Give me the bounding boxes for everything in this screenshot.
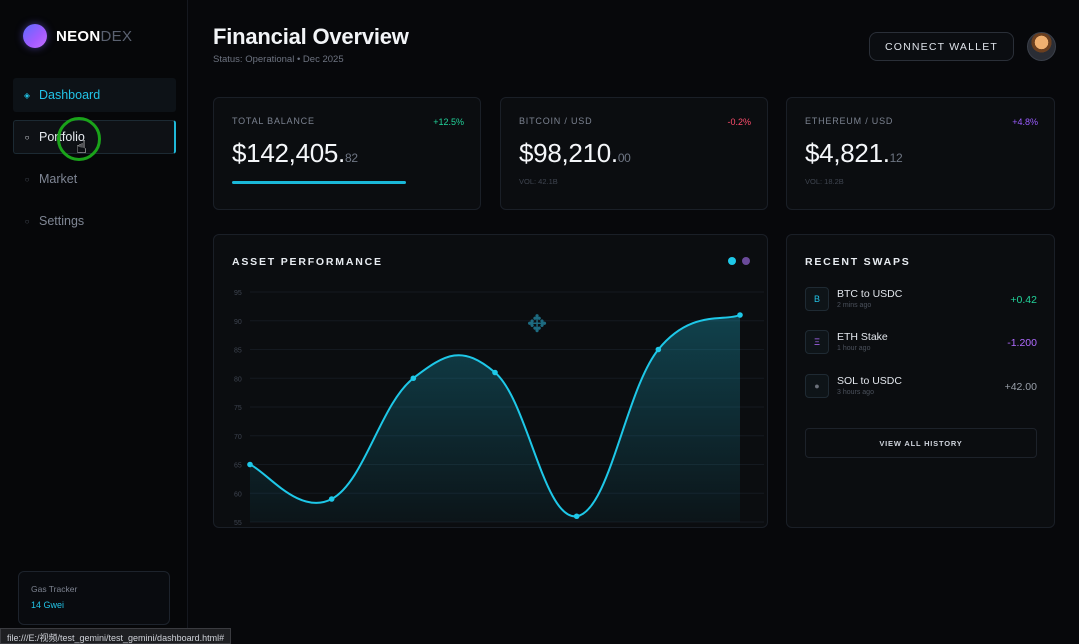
y-tick-label: 80 bbox=[234, 376, 242, 383]
stat-change: -0.2% bbox=[727, 117, 751, 127]
page-subtitle: Status: Operational • Dec 2025 bbox=[213, 54, 344, 65]
stat-label: TOTAL BALANCE bbox=[232, 116, 315, 126]
stat-value: $98,210.00 bbox=[519, 138, 631, 168]
stat-volume: VOL: 42.1B bbox=[519, 177, 558, 186]
swap-name: SOL to USDC bbox=[837, 375, 902, 387]
y-tick-label: 65 bbox=[234, 463, 242, 470]
stat-change: +4.8% bbox=[1012, 117, 1038, 127]
data-point[interactable] bbox=[573, 513, 580, 520]
swap-item[interactable]: Ξ ETH Stake 1 hour ago -1.200 bbox=[805, 330, 1037, 356]
sidebar-item-label: Market bbox=[39, 172, 78, 186]
bitcoin-icon: B bbox=[805, 287, 829, 311]
asset-performance-card: ASSET PERFORMANCE 95 90 85 80 75 70 65 60 55 ✥ bbox=[213, 234, 768, 528]
browser-status-bar: file:///E:/视频/test_gemini/test_gemini/da… bbox=[0, 628, 232, 644]
data-point[interactable] bbox=[247, 461, 253, 468]
move-cursor-icon: ✥ bbox=[527, 310, 547, 338]
swap-amount: +0.42 bbox=[1010, 294, 1037, 306]
sidebar-item-dashboard[interactable]: ◈ Dashboard bbox=[13, 78, 176, 112]
stat-card-ethereum: ETHEREUM / USD +4.8% $4,821.12 VOL: 18.2… bbox=[786, 97, 1055, 210]
stat-card-bitcoin: BITCOIN / USD -0.2% $98,210.00 VOL: 42.1… bbox=[500, 97, 768, 210]
y-tick-label: 75 bbox=[234, 405, 242, 412]
view-all-history-button[interactable]: VIEW ALL HISTORY bbox=[805, 428, 1037, 458]
stat-volume: VOL: 18.2B bbox=[805, 177, 844, 186]
data-point[interactable] bbox=[737, 312, 743, 318]
sidebar: NEONDEX ◈ Dashboard ○ Portfolio ○ Market… bbox=[0, 0, 188, 644]
y-tick-label: 55 bbox=[234, 520, 242, 527]
swap-item[interactable]: B BTC to USDC 2 mins ago +0.42 bbox=[805, 287, 1037, 313]
performance-chart[interactable]: 95 90 85 80 75 70 65 60 55 ✥ bbox=[214, 235, 768, 528]
data-point[interactable] bbox=[328, 496, 335, 502]
gas-tracker-value: 14 Gwei bbox=[31, 600, 65, 610]
sidebar-nav: ◈ Dashboard ○ Portfolio ○ Market ○ Setti… bbox=[13, 78, 176, 246]
diamond-icon: ◈ bbox=[23, 90, 31, 100]
swap-time: 3 hours ago bbox=[837, 389, 874, 396]
stat-value: $4,821.12 bbox=[805, 138, 903, 168]
solana-icon: ● bbox=[805, 374, 829, 398]
ethereum-icon: Ξ bbox=[805, 330, 829, 354]
circle-icon: ○ bbox=[24, 132, 30, 142]
swap-name: ETH Stake bbox=[837, 331, 888, 343]
stat-change: +12.5% bbox=[433, 117, 464, 127]
sidebar-item-market[interactable]: ○ Market bbox=[13, 162, 176, 196]
y-tick-label: 60 bbox=[234, 491, 242, 498]
swaps-title: RECENT SWAPS bbox=[805, 256, 911, 268]
swap-time: 1 hour ago bbox=[837, 345, 871, 352]
swap-item[interactable]: ● SOL to USDC 3 hours ago +42.00 bbox=[805, 374, 1037, 400]
sidebar-item-label: Dashboard bbox=[39, 88, 101, 102]
gas-tracker: Gas Tracker 14 Gwei bbox=[18, 571, 170, 625]
stat-label: BITCOIN / USD bbox=[519, 116, 593, 126]
swap-time: 2 mins ago bbox=[837, 302, 872, 309]
page-title: Financial Overview bbox=[213, 24, 409, 49]
data-point[interactable] bbox=[492, 369, 498, 376]
circle-icon: ○ bbox=[24, 216, 30, 226]
series-area bbox=[250, 315, 740, 522]
sidebar-item-label: Settings bbox=[39, 214, 85, 228]
sidebar-item-settings[interactable]: ○ Settings bbox=[13, 204, 176, 238]
hand-cursor-icon: ☝ bbox=[76, 137, 87, 157]
app-name: NEONDEX bbox=[56, 27, 133, 45]
stat-label: ETHEREUM / USD bbox=[805, 116, 894, 126]
y-tick-label: 85 bbox=[234, 348, 242, 355]
swap-amount: -1.200 bbox=[1007, 337, 1037, 349]
stat-value: $142,405.82 bbox=[232, 138, 358, 168]
data-point[interactable] bbox=[410, 375, 417, 382]
swap-name: BTC to USDC bbox=[837, 288, 903, 300]
logo-mark-icon bbox=[23, 24, 47, 48]
recent-swaps-card: RECENT SWAPS B BTC to USDC 2 mins ago +0… bbox=[786, 234, 1055, 528]
data-point[interactable] bbox=[655, 346, 662, 353]
circle-icon: ○ bbox=[24, 174, 30, 184]
logo[interactable]: NEONDEX bbox=[23, 24, 132, 48]
stat-card-total-balance: TOTAL BALANCE +12.5% $142,405.82 bbox=[213, 97, 481, 210]
connect-wallet-button[interactable]: CONNECT WALLET bbox=[869, 32, 1014, 61]
avatar[interactable] bbox=[1027, 32, 1056, 61]
main-content: Financial Overview Status: Operational •… bbox=[188, 0, 1079, 644]
swap-amount: +42.00 bbox=[1004, 381, 1037, 393]
gas-tracker-label: Gas Tracker bbox=[31, 584, 78, 594]
y-tick-label: 95 bbox=[234, 290, 242, 297]
y-tick-label: 70 bbox=[234, 434, 242, 441]
balance-progress-bar bbox=[232, 181, 406, 184]
y-tick-label: 90 bbox=[234, 319, 242, 326]
